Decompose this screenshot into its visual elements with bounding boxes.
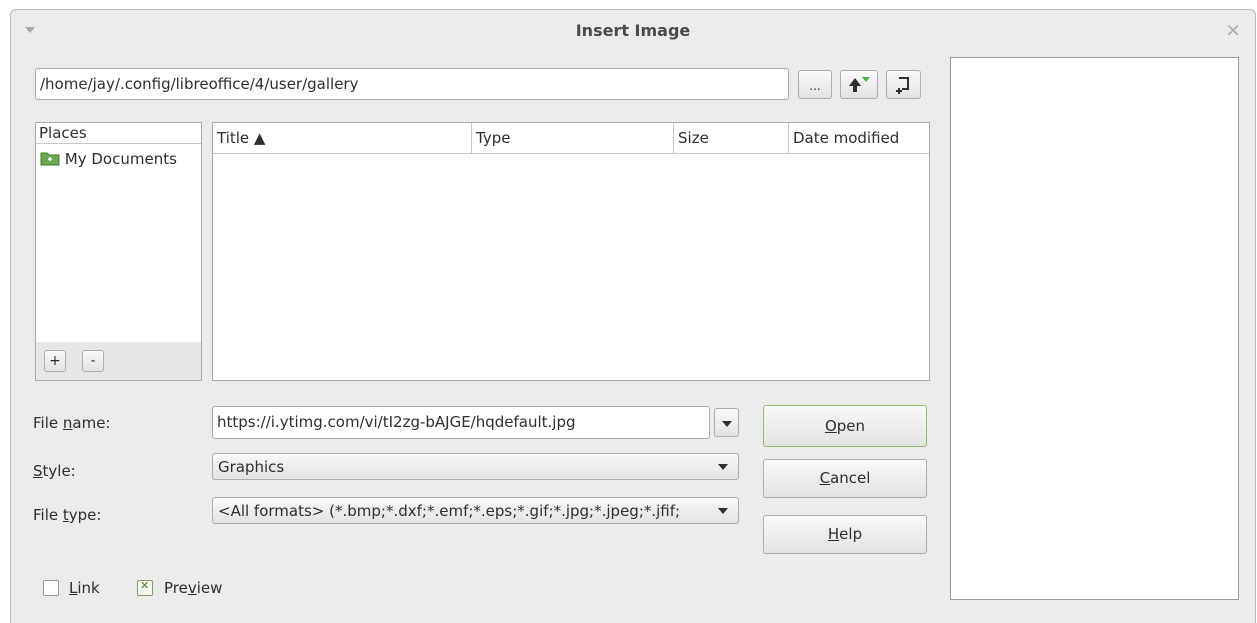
remove-place-button[interactable]: -: [82, 350, 104, 372]
file-name-input[interactable]: https://i.ytimg.com/vi/tI2zg-bAJGE/hqdef…: [212, 406, 710, 439]
browse-button[interactable]: ...: [798, 70, 832, 99]
cancel-rest: ancel: [830, 469, 871, 487]
open-key: O: [824, 417, 837, 435]
places-panel: Places My Documents + -: [35, 122, 202, 381]
chevron-down-icon: [722, 421, 732, 427]
label-part: ame:: [72, 414, 111, 432]
cancel-button[interactable]: Cancel: [763, 459, 927, 498]
help-key: H: [827, 525, 840, 543]
label-part: tyle:: [42, 462, 76, 480]
file-type-select[interactable]: <All formats> (*.bmp;*.dxf;*.emf;*.eps;*…: [212, 497, 739, 524]
label-part: ype:: [68, 506, 102, 524]
column-date-modified[interactable]: Date modified: [789, 123, 929, 153]
column-title[interactable]: Title ▲: [213, 123, 472, 153]
new-folder-icon: [896, 77, 909, 94]
help-button[interactable]: Help: [763, 515, 927, 554]
link-checkbox[interactable]: [43, 580, 59, 596]
preview-pre: Pre: [164, 579, 188, 597]
preview-key: v: [187, 579, 197, 597]
style-label: Style:: [33, 461, 76, 481]
file-name-dropdown-button[interactable]: [714, 408, 739, 437]
up-arrow-icon: [849, 77, 870, 92]
title-bar: Insert Image ×: [11, 10, 1255, 52]
add-place-label: +: [49, 353, 61, 369]
link-label[interactable]: Link: [69, 578, 100, 598]
places-item[interactable]: My Documents: [40, 148, 177, 170]
file-list-header: Title ▲ Type Size Date modified: [213, 123, 929, 154]
file-type-label: File type:: [33, 505, 101, 525]
up-folder-button[interactable]: [840, 70, 878, 99]
file-name-label: File name:: [33, 413, 110, 433]
places-item-label: My Documents: [64, 150, 177, 168]
folder-icon: [40, 152, 60, 166]
open-rest: pen: [836, 417, 866, 435]
cancel-key: C: [819, 469, 831, 487]
chevron-down-icon: [718, 464, 728, 470]
chevron-down-icon: [718, 508, 728, 514]
insert-image-dialog: Insert Image × /home/jay/.config/libreof…: [10, 9, 1256, 623]
style-select-value: Graphics: [218, 458, 285, 476]
column-type[interactable]: Type: [472, 123, 674, 153]
label-part: S: [33, 462, 43, 480]
file-type-select-value: <All formats> (*.bmp;*.dxf;*.emf;*.eps;*…: [218, 502, 681, 520]
preview-checkbox[interactable]: [137, 579, 153, 596]
new-folder-button[interactable]: [886, 70, 921, 99]
preview-label[interactable]: Preview: [164, 578, 222, 598]
remove-place-label: -: [90, 353, 96, 369]
preview-pane: [950, 57, 1239, 600]
label-part: File: [33, 414, 63, 432]
dialog-title: Insert Image: [575, 21, 691, 40]
label-part: File: [33, 506, 63, 524]
places-header: Places: [36, 123, 201, 144]
path-input[interactable]: /home/jay/.config/libreoffice/4/user/gal…: [35, 68, 789, 100]
style-select[interactable]: Graphics: [212, 453, 739, 480]
label-part: n: [62, 414, 73, 432]
file-list[interactable]: Title ▲ Type Size Date modified: [212, 122, 930, 381]
open-button[interactable]: Open: [763, 405, 927, 447]
column-size[interactable]: Size: [674, 123, 789, 153]
link-rest: ink: [77, 579, 100, 597]
browse-button-label: ...: [809, 79, 821, 93]
add-place-button[interactable]: +: [44, 350, 66, 372]
close-icon[interactable]: ×: [1225, 20, 1241, 40]
help-rest: elp: [839, 525, 863, 543]
preview-post: iew: [196, 579, 223, 597]
